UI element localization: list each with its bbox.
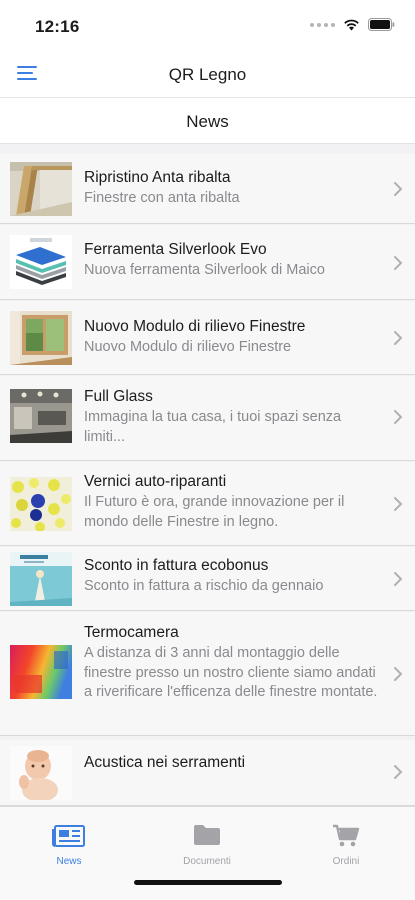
- news-row[interactable]: Acustica nei serramenti: [0, 740, 415, 806]
- news-subtitle: Nuova ferramenta Silverlook di Maico: [84, 262, 325, 278]
- battery-icon: [368, 18, 395, 31]
- tab-label: Ordini: [332, 856, 360, 867]
- news-title: Nuovo Modulo di rilievo Finestre: [84, 318, 306, 335]
- news-title: Termocamera: [84, 624, 179, 641]
- navigation-bar: QR Legno: [0, 50, 415, 98]
- news-subtitle: Nuovo Modulo di rilievo Finestre: [84, 339, 292, 355]
- tab-bar: News Documenti Ordini: [0, 806, 415, 900]
- news-thumbnail: [10, 389, 72, 443]
- tab-label: Documenti: [183, 856, 231, 867]
- news-thumbnail: [10, 552, 72, 606]
- wifi-icon: [344, 19, 359, 31]
- app-title: QR Legno: [168, 65, 247, 84]
- tab-documenti[interactable]: Documenti: [138, 807, 276, 867]
- news-subtitle: Finestre con anta ribalta: [84, 190, 240, 206]
- newspaper-icon: [52, 825, 85, 847]
- chevron-right-icon: [394, 331, 403, 345]
- news-subtitle: Immagina la tua casa, i tuoi spazi senza…: [84, 409, 342, 445]
- news-thumbnail: [10, 645, 72, 699]
- news-title: Acustica nei serramenti: [84, 754, 246, 771]
- news-thumbnail: [10, 311, 72, 365]
- news-title: Full Glass: [84, 388, 153, 405]
- news-row[interactable]: Termocamera A distanza di 3 anni dal mon…: [0, 612, 415, 736]
- tab-news[interactable]: News: [0, 807, 138, 867]
- section-title: News: [186, 112, 229, 131]
- chevron-right-icon: [394, 410, 403, 424]
- home-indicator: [134, 880, 282, 885]
- news-row[interactable]: Full Glass Immagina la tua casa, i tuoi …: [0, 376, 415, 461]
- tab-label: News: [56, 856, 82, 867]
- status-bar: 12:16: [0, 0, 415, 50]
- news-row[interactable]: Ferramenta Silverlook Evo Nuova ferramen…: [0, 225, 415, 300]
- chevron-right-icon: [394, 182, 403, 196]
- news-row[interactable]: Sconto in fattura ecobonus Sconto in fat…: [0, 547, 415, 611]
- cart-icon: [333, 824, 360, 847]
- chevron-right-icon: [394, 667, 403, 681]
- signal-dots: [310, 22, 335, 27]
- status-icons: [310, 18, 395, 31]
- chevron-right-icon: [394, 256, 403, 270]
- news-thumbnail: [10, 477, 72, 531]
- news-subtitle: Sconto in fattura a rischio da gennaio: [84, 578, 324, 594]
- news-title: Ferramenta Silverlook Evo: [84, 241, 267, 258]
- news-thumbnail: [10, 162, 72, 216]
- news-subtitle: A distanza di 3 anni dal montaggio delle…: [84, 645, 378, 700]
- news-list: Ripristino Anta ribalta Finestre con ant…: [0, 144, 415, 806]
- folder-icon: [194, 825, 220, 845]
- news-thumbnail: [10, 746, 72, 800]
- status-time: 12:16: [35, 17, 80, 36]
- news-subtitle: Il Futuro è ora, grande innovazione per …: [84, 494, 345, 530]
- news-row[interactable]: Ripristino Anta ribalta Finestre con ant…: [0, 154, 415, 224]
- news-title: Ripristino Anta ribalta: [84, 169, 231, 186]
- chevron-right-icon: [394, 572, 403, 586]
- section-header: News: [0, 98, 415, 144]
- tab-ordini[interactable]: Ordini: [277, 807, 415, 867]
- news-title: Sconto in fattura ecobonus: [84, 557, 269, 574]
- chevron-right-icon: [394, 765, 403, 779]
- news-row[interactable]: Nuovo Modulo di rilievo Finestre Nuovo M…: [0, 301, 415, 375]
- news-title: Vernici auto-riparanti: [84, 473, 227, 490]
- chevron-right-icon: [394, 497, 403, 511]
- news-row[interactable]: Vernici auto-riparanti Il Futuro è ora, …: [0, 462, 415, 546]
- news-thumbnail: [10, 235, 72, 289]
